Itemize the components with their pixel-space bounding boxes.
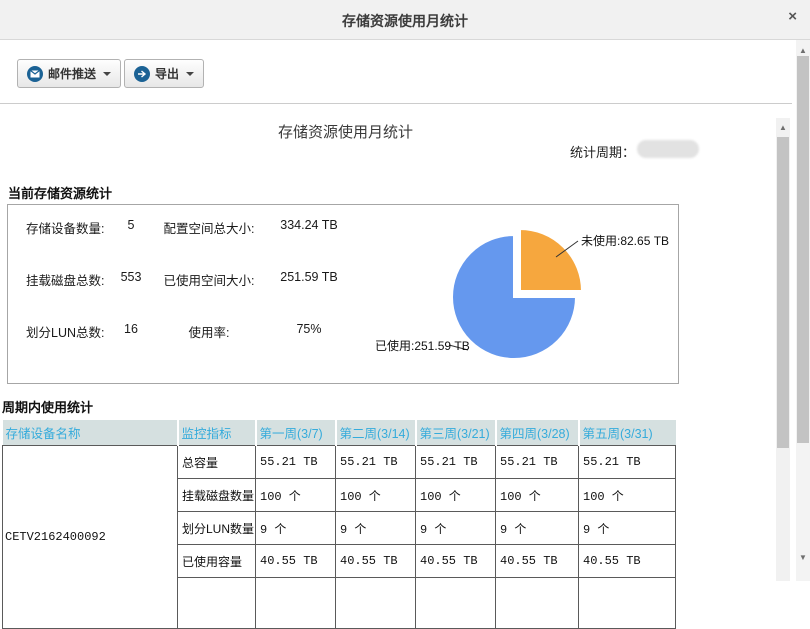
- toolbar-separator: [0, 103, 792, 104]
- mail-push-label: 邮件推送: [48, 65, 96, 82]
- column-header: 第五周(3/31): [579, 420, 676, 446]
- value-cell: 100 个: [579, 479, 676, 512]
- scroll-up-icon[interactable]: ▲: [796, 43, 810, 57]
- value-cell: 40.55 TB: [336, 545, 416, 578]
- metric-cell: 划分LUN数量: [178, 512, 256, 545]
- report-title: 存储资源使用月统计: [278, 121, 413, 142]
- stat-row: 存储设备数量:5配置空间总大小:334.24 TB: [8, 218, 678, 234]
- column-header: 第三周(3/21): [416, 420, 496, 446]
- current-stats-heading: 当前存储资源统计: [8, 183, 112, 202]
- value-cell: 9 个: [256, 512, 336, 545]
- value-cell: 40.55 TB: [416, 545, 496, 578]
- stat-value: 75%: [259, 322, 359, 336]
- empty-cell: [416, 578, 496, 629]
- value-cell: 55.21 TB: [416, 446, 496, 479]
- scroll-down-icon[interactable]: ▼: [796, 550, 810, 564]
- stat-row: 挂载磁盘总数:553已使用空间大小:251.59 TB: [8, 270, 678, 286]
- empty-cell: [256, 578, 336, 629]
- value-cell: 9 个: [579, 512, 676, 545]
- empty-cell: [336, 578, 416, 629]
- table-row: CETV2162400092总容量55.21 TB55.21 TB55.21 T…: [3, 446, 676, 479]
- column-header: 第四周(3/28): [496, 420, 579, 446]
- value-cell: 100 个: [416, 479, 496, 512]
- content-scrollbar[interactable]: ▲: [776, 118, 790, 581]
- value-cell: 40.55 TB: [496, 545, 579, 578]
- empty-cell: [496, 578, 579, 629]
- column-header: 第一周(3/7): [256, 420, 336, 446]
- metric-cell: 挂载磁盘数量: [178, 479, 256, 512]
- pie-label-unused: 未使用:82.65 TB: [581, 232, 669, 249]
- stat-value: 553: [108, 270, 154, 284]
- column-header: 监控指标: [178, 420, 256, 446]
- value-cell: 9 个: [496, 512, 579, 545]
- value-cell: 100 个: [496, 479, 579, 512]
- value-cell: 40.55 TB: [256, 545, 336, 578]
- value-cell: 55.21 TB: [496, 446, 579, 479]
- export-label: 导出: [155, 65, 179, 82]
- export-arrow-icon: [134, 66, 150, 82]
- close-icon[interactable]: ×: [788, 9, 797, 24]
- stat-value: 251.59 TB: [259, 270, 359, 284]
- value-cell: 100 个: [336, 479, 416, 512]
- dialog-scrollbar[interactable]: ▲ ▼: [796, 40, 810, 581]
- stat-value: 334.24 TB: [259, 218, 359, 232]
- stat-label: 已使用空间大小:: [154, 270, 264, 289]
- stat-label: 配置空间总大小:: [154, 218, 264, 237]
- column-header: 第二周(3/14): [336, 420, 416, 446]
- chevron-down-icon: [186, 72, 194, 76]
- dialog-title: 存储资源使用月统计: [0, 11, 810, 31]
- current-stats-box: 存储设备数量:5配置空间总大小:334.24 TB 挂载磁盘总数:553已使用空间…: [7, 204, 679, 384]
- stat-value: 5: [108, 218, 154, 232]
- content-scrollbar-thumb[interactable]: [777, 137, 789, 448]
- stat-row: 划分LUN总数:16使用率:75%: [8, 322, 678, 338]
- value-cell: 9 个: [336, 512, 416, 545]
- column-header: 存储设备名称: [3, 420, 178, 446]
- value-cell: 40.55 TB: [579, 545, 676, 578]
- chevron-down-icon: [103, 72, 111, 76]
- mail-push-button[interactable]: 邮件推送: [17, 59, 121, 88]
- metric-cell: 已使用容量: [178, 545, 256, 578]
- period-stats-heading: 周期内使用统计: [2, 397, 93, 416]
- value-cell: 55.21 TB: [579, 446, 676, 479]
- export-button[interactable]: 导出: [124, 59, 204, 88]
- period-stats-table: 存储设备名称监控指标第一周(3/7)第二周(3/14)第三周(3/21)第四周(…: [2, 420, 676, 629]
- stat-label: 使用率:: [154, 322, 264, 341]
- table-header-row: 存储设备名称监控指标第一周(3/7)第二周(3/14)第三周(3/21)第四周(…: [3, 420, 676, 446]
- period-label: 统计周期：: [570, 142, 635, 161]
- value-cell: 9 个: [416, 512, 496, 545]
- device-name-cell: CETV2162400092: [3, 446, 178, 629]
- value-cell: 55.21 TB: [336, 446, 416, 479]
- dialog-titlebar: 存储资源使用月统计 ×: [0, 0, 810, 40]
- mail-icon: [27, 66, 43, 82]
- empty-cell: [178, 578, 256, 629]
- value-cell: 100 个: [256, 479, 336, 512]
- empty-cell: [579, 578, 676, 629]
- metric-cell: 总容量: [178, 446, 256, 479]
- pie-label-used: 已使用:251.59 TB: [375, 337, 470, 354]
- stat-value: 16: [108, 322, 154, 336]
- scroll-up-icon[interactable]: ▲: [776, 120, 790, 134]
- value-cell: 55.21 TB: [256, 446, 336, 479]
- period-value-redacted: [637, 140, 699, 158]
- dialog-scrollbar-thumb[interactable]: [797, 56, 809, 443]
